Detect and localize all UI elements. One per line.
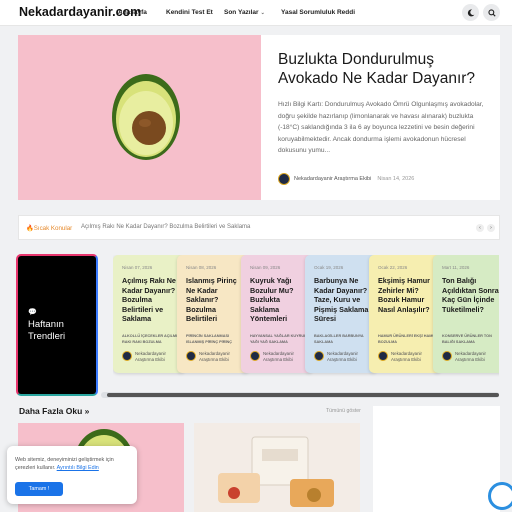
nav-item-disclaimer[interactable]: Yasal Sorumluluk Reddi (281, 9, 355, 16)
card-date: Nisan 09, 2026 (250, 265, 281, 270)
card-date: Mart 11, 2026 (442, 265, 470, 270)
card-author-name[interactable]: Nekadardayanir Araştırma Ekibi (327, 351, 371, 363)
author-avatar (250, 351, 260, 361)
chevron-right-icon[interactable]: › (487, 224, 495, 232)
nav-item-home[interactable]: Anasayfa (118, 9, 147, 16)
read-more-heading[interactable]: Daha Fazla Oku » (19, 406, 89, 416)
featured-date: Nisan 14, 2026 (377, 176, 415, 182)
trending-carousel: Nisan 07, 2026 Açılmış Rakı Ne Kadar Day… (113, 255, 499, 377)
author-avatar (186, 351, 196, 361)
card-date: Nisan 07, 2026 (122, 265, 153, 270)
card-item[interactable]: Ocak 19, 2026 Barbunya Ne Kadar Dayanır?… (305, 255, 377, 373)
featured-image[interactable] (18, 35, 261, 200)
ticker-headline[interactable]: Açılmış Rakı Ne Kadar Dayanır? Bozulma B… (81, 224, 250, 230)
author-avatar (278, 173, 290, 185)
search-icon (487, 8, 496, 17)
card-author: Nekadardayanir Araştırma Ekibi (122, 351, 179, 363)
card-date: Nisan 08, 2026 (186, 265, 217, 270)
featured-title[interactable]: Buzlukta Dondurulmuş Avokado Ne Kadar Da… (278, 50, 493, 88)
cookie-learn-more-link[interactable]: Ayrıntılı Bilgi Edin (57, 465, 99, 471)
cookie-accept-button[interactable]: Tamam ! (15, 482, 63, 496)
chat-icon: 💬 (28, 309, 37, 316)
card-title[interactable]: Açılmış Rakı Ne Kadar Dayanır? Bozulma B… (122, 276, 180, 324)
card-item[interactable]: Ocak 22, 2026 Ekşimiş Hamur Zehirler Mi?… (369, 255, 441, 373)
carousel-scrollbar[interactable] (101, 392, 499, 398)
chevron-down-icon: ⌄ (260, 9, 265, 16)
card-author-name[interactable]: Nekadardayanir Araştırma Ekibi (135, 351, 179, 363)
cookie-text: Web sitemiz, deneyiminizi geliştirmek iç… (15, 457, 114, 471)
trending-title: Haftanın Trendleri (28, 319, 66, 342)
cookie-notice: Web sitemiz, deneyiminizi geliştirmek iç… (7, 446, 137, 504)
card-author: Nekadardayanir Araştırma Ekibi (442, 351, 499, 363)
featured-article[interactable]: Buzlukta Dondurulmuş Avokado Ne Kadar Da… (18, 35, 500, 200)
food-photo (218, 436, 334, 507)
card-item[interactable]: Nisan 09, 2026 Kuyruk Yağı Bozulur Mu? B… (241, 255, 313, 373)
card-tags[interactable]: HAMUR ÜRÜNLERİ EKŞİ HAMUR BOZULMA (378, 333, 438, 345)
card-author: Nekadardayanir Araştırma Ekibi (186, 351, 243, 363)
card-tags[interactable]: BAKLAGİLLER BARBUNYA SAKLAMA (314, 333, 374, 345)
nav-item-latest[interactable]: Son Yazılar ⌄ (224, 9, 265, 16)
chat-widget-button[interactable] (488, 482, 512, 510)
card-tags[interactable]: ALKOLLÜ İÇECEKLER AÇILMIŞ RAKI RAKI BOZU… (122, 333, 182, 345)
card-tags[interactable]: KONSERVE ÜRÜNLER TON BALIĞI SAKLAMA (442, 333, 499, 345)
card-author: Nekadardayanir Araştırma Ekibi (314, 351, 371, 363)
card-title[interactable]: Ton Balığı Açıldıktan Sonra Kaç Gün İçin… (442, 276, 499, 314)
featured-excerpt: Hızlı Bilgi Kartı: Dondurulmuş Avokado Ö… (278, 101, 484, 154)
card-item[interactable]: Nisan 08, 2026 Islanmış Pirinç Ne Kadar … (177, 255, 249, 373)
card-author-name[interactable]: Nekadardayanir Araştırma Ekibi (263, 351, 307, 363)
fire-icon: 🔥 (26, 225, 34, 232)
site-header: Nekadardayanir.com Anasayfa Kendini Test… (0, 0, 512, 26)
featured-author[interactable]: Nekadardayanir Araştırma Ekibi (294, 176, 371, 182)
dark-mode-button[interactable] (462, 4, 479, 21)
nav-item-test[interactable]: Kendini Test Et (166, 9, 213, 16)
author-avatar (314, 351, 324, 361)
author-avatar (378, 351, 388, 361)
moon-icon (467, 9, 474, 16)
author-avatar (122, 351, 132, 361)
card-date: Ocak 19, 2026 (314, 265, 344, 270)
search-button[interactable] (483, 4, 500, 21)
sidebar-widget (373, 406, 500, 512)
card-author-name[interactable]: Nekadardayanir Araştırma Ekibi (391, 351, 435, 363)
card-tags[interactable]: PİRİNCİN SAKLANMASI ISLANMIŞ PİRİNÇ PİRİ… (186, 333, 246, 345)
scrollbar-thumb[interactable] (107, 393, 499, 397)
card-title[interactable]: Islanmış Pirinç Ne Kadar Saklanır? Bozul… (186, 276, 244, 324)
card-item[interactable]: Nisan 07, 2026 Açılmış Rakı Ne Kadar Day… (113, 255, 185, 373)
hot-topics-ticker: 🔥Sıcak Konular Açılmış Rakı Ne Kadar Day… (18, 215, 500, 240)
card-title[interactable]: Ekşimiş Hamur Zehirler Mi? Bozuk Hamur N… (378, 276, 436, 314)
show-all-link[interactable]: Tümünü göster (326, 408, 361, 414)
card-title[interactable]: Kuyruk Yağı Bozulur Mu? Buzlukta Saklama… (250, 276, 308, 324)
card-item[interactable]: Mart 11, 2026 Ton Balığı Açıldıktan Sonr… (433, 255, 499, 373)
card-author-name[interactable]: Nekadardayanir Araştırma Ekibi (455, 351, 499, 363)
card-title[interactable]: Barbunya Ne Kadar Dayanır? Taze, Kuru ve… (314, 276, 372, 324)
card-tags[interactable]: HAYVANSAL YAĞLAR KUYRUK YAĞI YAĞ SAKLAMA (250, 333, 310, 345)
card-date: Ocak 22, 2026 (378, 265, 408, 270)
article-thumbnail[interactable] (194, 423, 360, 512)
card-author: Nekadardayanir Araştırma Ekibi (250, 351, 307, 363)
nav-item-latest-label: Son Yazılar (224, 9, 259, 16)
card-author-name[interactable]: Nekadardayanir Araştırma Ekibi (199, 351, 243, 363)
featured-meta: Nekadardayanir Araştırma Ekibi Nisan 14,… (278, 173, 414, 185)
card-author: Nekadardayanir Araştırma Ekibi (378, 351, 435, 363)
chevron-left-icon[interactable]: ‹ (476, 224, 484, 232)
ticker-label: 🔥Sıcak Konular (26, 225, 73, 232)
avocado-illustration (112, 74, 180, 160)
trending-box: 💬 Haftanın Trendleri (16, 254, 98, 396)
author-avatar (442, 351, 452, 361)
